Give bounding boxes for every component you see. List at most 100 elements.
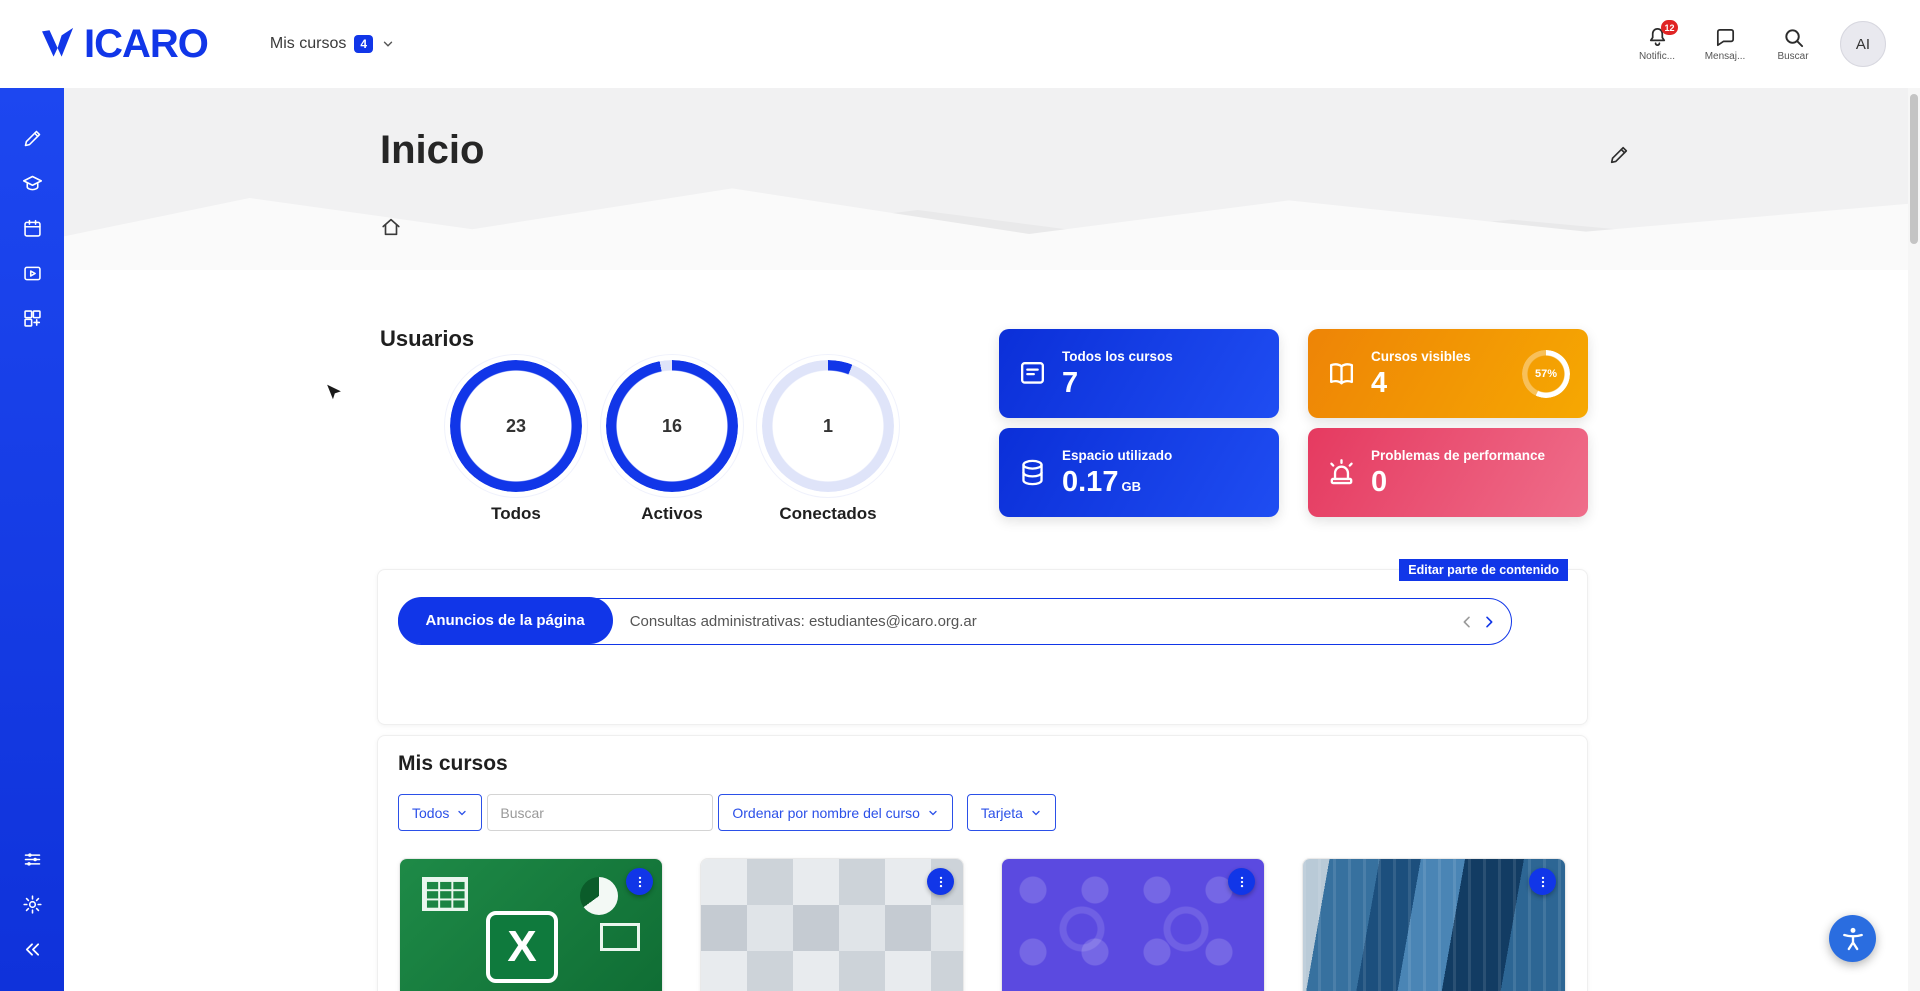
- media-folder-icon: [22, 263, 43, 284]
- database-icon: [1017, 457, 1048, 488]
- user-avatar[interactable]: AI: [1840, 21, 1886, 67]
- stat-value: 7: [1062, 368, 1173, 398]
- announcement-message: Consultas administrativas: estudiantes@i…: [630, 613, 977, 630]
- visible-courses-ring: 57%: [1522, 350, 1570, 398]
- icaro-logo-icon: [34, 21, 80, 67]
- search-icon: [1782, 26, 1805, 49]
- gauge-value: 23: [450, 360, 582, 492]
- vertical-scrollbar: [1908, 88, 1920, 991]
- search-button[interactable]: Buscar: [1764, 26, 1822, 62]
- icaro-logo[interactable]: ICARO: [34, 21, 208, 67]
- spreadsheet-art: [422, 877, 468, 911]
- page-title: Inicio: [380, 128, 484, 173]
- course-menu-button[interactable]: [927, 868, 954, 895]
- sidebar-item-courses[interactable]: [12, 163, 52, 203]
- gauge-ring: [606, 360, 738, 492]
- home-breadcrumb-icon[interactable]: [380, 216, 402, 238]
- edit-page-icon[interactable]: [1608, 144, 1630, 166]
- announcement-bar: Anuncios de la página Consultas administ…: [398, 598, 1512, 645]
- collapse-sidebar-icon: [22, 939, 43, 960]
- notifications-badge: 12: [1661, 20, 1678, 35]
- logo-text: ICARO: [84, 22, 208, 67]
- graduation-cap-icon: [22, 173, 43, 194]
- sort-label: Ordenar por nombre del curso: [732, 805, 920, 821]
- stat-unit: GB: [1121, 479, 1141, 494]
- page-banner: Inicio: [64, 88, 1920, 270]
- stat-title: Todos los cursos: [1062, 349, 1173, 366]
- sidebar-bottom-group: [12, 839, 52, 969]
- my-courses-label: Mis cursos: [270, 35, 346, 53]
- sidebar-item-calendar[interactable]: [12, 208, 52, 248]
- dots-vertical-icon: [934, 875, 948, 889]
- my-courses-title: Mis cursos: [398, 752, 508, 776]
- scrollbar-thumb[interactable]: [1910, 94, 1918, 244]
- notifications-button[interactable]: 12 Notific...: [1628, 26, 1686, 62]
- gauge-ring: [762, 360, 894, 492]
- next-announcement-icon[interactable]: [1481, 614, 1497, 630]
- line-chart-art: [600, 923, 640, 951]
- stat-title: Problemas de performance: [1371, 448, 1545, 465]
- dots-vertical-icon: [1235, 875, 1249, 889]
- announcement-nav: [1459, 614, 1511, 630]
- course-thumbnail: X: [400, 859, 662, 991]
- course-view-dropdown[interactable]: Tarjeta: [967, 794, 1056, 831]
- edit-content-button[interactable]: Editar parte de contenido: [1399, 559, 1568, 581]
- sidebar-top-group: [12, 118, 52, 338]
- dots-vertical-icon: [633, 875, 647, 889]
- prev-announcement-icon[interactable]: [1459, 614, 1475, 630]
- course-thumbnail: [1303, 859, 1565, 991]
- sidebar-item-modules[interactable]: [12, 298, 52, 338]
- sidebar-item-settings[interactable]: [12, 884, 52, 924]
- stat-card-visible-courses[interactable]: Cursos visibles 4 57%: [1308, 329, 1588, 418]
- filter-label: Todos: [412, 805, 449, 821]
- course-card[interactable]: [1302, 858, 1566, 991]
- course-filter-dropdown[interactable]: Todos: [398, 794, 482, 831]
- banner-decoration: [64, 150, 1920, 270]
- course-thumbnail: [701, 859, 963, 991]
- sidebar-item-media[interactable]: [12, 253, 52, 293]
- course-menu-button[interactable]: [1228, 868, 1255, 895]
- sidebar-item-edit[interactable]: [12, 118, 52, 158]
- course-menu-button[interactable]: [1529, 868, 1556, 895]
- gauge-active-users: 16 Activos: [596, 360, 748, 524]
- excel-logo-art: X: [486, 911, 558, 983]
- mouse-cursor: [324, 382, 344, 406]
- sidebar-item-preferences[interactable]: [12, 839, 52, 879]
- course-sort-dropdown[interactable]: Ordenar por nombre del curso: [718, 794, 953, 831]
- course-cards-row: X: [399, 858, 1566, 991]
- notifications-label: Notific...: [1639, 51, 1675, 62]
- announcements-pill-button[interactable]: Anuncios de la página: [398, 597, 613, 644]
- chevron-down-icon: [456, 807, 468, 819]
- course-menu-button[interactable]: [626, 868, 653, 895]
- gauge-total-users: 23 Todos: [440, 360, 592, 524]
- users-section-title: Usuarios: [380, 326, 474, 352]
- course-card[interactable]: [1001, 858, 1265, 991]
- alarm-icon: [1326, 457, 1357, 488]
- stat-title: Cursos visibles: [1371, 349, 1471, 366]
- my-courses-dropdown[interactable]: Mis cursos 4: [270, 35, 395, 53]
- course-search-input[interactable]: [487, 794, 713, 831]
- dashboard-page: ICARO Mis cursos 4 12 Notific... Mensaj.…: [0, 0, 1920, 991]
- courses-icon: [1017, 358, 1048, 389]
- calendar-icon: [22, 218, 43, 239]
- gauge-value: 1: [762, 360, 894, 492]
- stats-grid: Todos los cursos 7 Cursos visibles 4 57%…: [999, 329, 1588, 517]
- ring-percent: 57%: [1522, 350, 1570, 398]
- users-gauges: 23 Todos 16 Activos 1 Conectados: [440, 360, 904, 524]
- stat-card-storage[interactable]: Espacio utilizado 0.17GB: [999, 428, 1279, 517]
- chevron-down-icon: [381, 37, 395, 51]
- gauge-label: Todos: [491, 504, 541, 524]
- stat-card-all-courses[interactable]: Todos los cursos 7: [999, 329, 1279, 418]
- accessibility-icon: [1839, 925, 1867, 953]
- dots-vertical-icon: [1536, 875, 1550, 889]
- stat-value: 0: [1371, 467, 1545, 497]
- gauge-label: Activos: [641, 504, 702, 524]
- gauge-value: 16: [606, 360, 738, 492]
- course-card[interactable]: [700, 858, 964, 991]
- stat-card-performance[interactable]: Problemas de performance 0: [1308, 428, 1588, 517]
- accessibility-button[interactable]: [1829, 915, 1876, 962]
- gauge-connected-users: 1 Conectados: [752, 360, 904, 524]
- course-card[interactable]: X: [399, 858, 663, 991]
- sidebar-collapse-button[interactable]: [12, 929, 52, 969]
- messages-button[interactable]: Mensaj...: [1696, 26, 1754, 62]
